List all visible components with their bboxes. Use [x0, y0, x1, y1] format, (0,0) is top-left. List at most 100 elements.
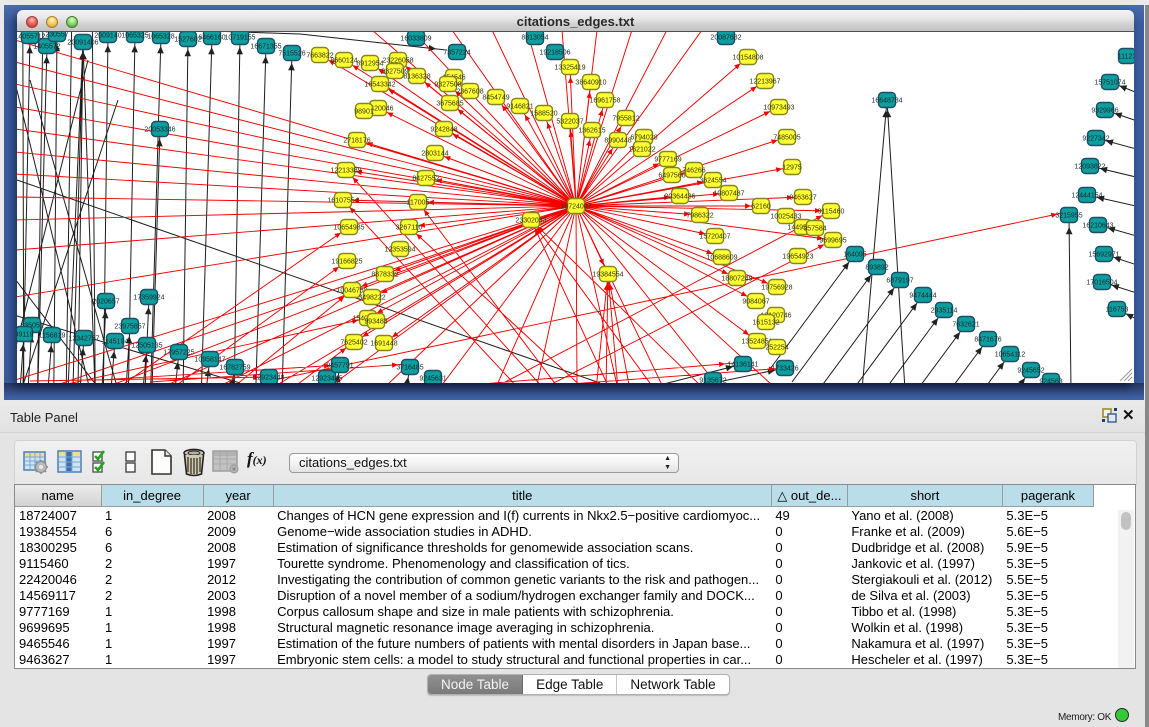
- svg-text:7357224: 7357224: [443, 50, 470, 57]
- svg-text:20053346: 20053346: [144, 127, 175, 134]
- svg-text:117005: 117005: [407, 200, 430, 207]
- svg-text:8427552: 8427552: [412, 176, 439, 183]
- svg-text:9474444: 9474444: [909, 293, 936, 300]
- svg-text:8990448: 8990448: [604, 138, 631, 145]
- svg-text:16961758: 16961758: [589, 98, 620, 105]
- svg-text:5322037: 5322037: [556, 119, 583, 126]
- svg-text:6497568: 6497568: [658, 173, 685, 180]
- svg-text:8878332: 8878332: [371, 272, 398, 279]
- svg-text:62160: 62160: [751, 204, 771, 211]
- svg-text:957584: 957584: [803, 226, 826, 233]
- svg-text:19218506: 19218506: [539, 50, 570, 57]
- svg-text:7625402: 7625402: [340, 340, 367, 347]
- svg-text:1065325: 1065325: [121, 33, 148, 40]
- svg-text:7955812: 7955812: [612, 116, 639, 123]
- svg-text:12444154: 12444154: [1071, 193, 1102, 200]
- svg-text:16671355: 16671355: [250, 44, 281, 51]
- svg-text:17359924: 17359924: [133, 295, 164, 302]
- svg-text:12342757: 12342757: [68, 336, 99, 343]
- svg-text:12923448: 12923448: [253, 375, 284, 382]
- svg-text:23975857: 23975857: [114, 324, 145, 331]
- svg-text:9146821: 9146821: [506, 104, 533, 111]
- svg-text:18807249: 18807249: [721, 276, 752, 283]
- svg-text:20364436: 20364436: [664, 194, 695, 201]
- svg-text:1362615: 1362615: [578, 128, 605, 135]
- svg-text:2718176: 2718176: [343, 138, 370, 145]
- svg-text:993483: 993483: [364, 319, 387, 326]
- svg-text:15692971: 15692971: [1088, 252, 1119, 259]
- svg-text:2009140: 2009140: [94, 33, 121, 40]
- svg-text:19166825: 19166825: [331, 259, 362, 266]
- svg-text:9245652: 9245652: [1017, 368, 1044, 375]
- svg-text:7986322: 7986322: [686, 213, 713, 220]
- svg-text:9699695: 9699695: [819, 238, 846, 245]
- svg-text:14136141: 14136141: [727, 362, 758, 369]
- svg-text:8660124: 8660124: [330, 58, 357, 65]
- svg-text:19756928: 19756928: [761, 285, 792, 292]
- svg-text:3498222: 3498222: [358, 295, 385, 302]
- svg-text:18724007: 18724007: [560, 204, 591, 211]
- svg-text:7632621: 7632621: [952, 322, 979, 329]
- svg-text:252254: 252254: [765, 345, 788, 352]
- svg-text:3716485: 3716485: [396, 365, 423, 372]
- svg-text:9242848: 9242848: [430, 127, 457, 134]
- svg-text:12093822: 12093822: [1074, 164, 1105, 171]
- svg-text:1691448: 1691448: [370, 341, 397, 348]
- svg-text:1065328: 1065328: [147, 34, 174, 41]
- svg-text:16210643: 16210643: [1082, 223, 1113, 230]
- svg-text:16543342: 16543342: [364, 82, 395, 89]
- svg-text:19654923: 19654923: [782, 254, 813, 261]
- svg-text:2803144: 2803144: [421, 151, 448, 158]
- svg-text:15720407: 15720407: [699, 234, 730, 241]
- svg-text:3675685: 3675685: [436, 101, 463, 108]
- svg-text:893892: 893892: [865, 265, 888, 272]
- svg-text:10973493: 10973493: [763, 105, 794, 112]
- svg-text:16648784: 16648784: [871, 98, 902, 105]
- svg-text:38640910: 38640910: [575, 80, 606, 87]
- svg-text:1145194: 1145194: [102, 339, 129, 346]
- svg-text:9457791: 9457791: [326, 363, 353, 370]
- svg-text:9115460: 9115460: [818, 209, 845, 216]
- svg-text:15751074: 15751074: [1094, 80, 1125, 87]
- svg-text:16107554: 16107554: [327, 198, 358, 205]
- svg-text:9777169: 9777169: [654, 157, 681, 164]
- svg-text:7485005: 7485005: [773, 135, 800, 142]
- svg-text:12353594: 12353594: [384, 247, 415, 254]
- svg-text:17957225: 17957225: [163, 350, 194, 357]
- svg-text:10654112: 10654112: [995, 352, 1026, 359]
- svg-text:10154808: 10154808: [732, 55, 763, 62]
- svg-text:17016504: 17016504: [1086, 280, 1117, 287]
- svg-text:9327508: 9327508: [434, 82, 461, 89]
- svg-text:11123: 11123: [1118, 54, 1134, 61]
- svg-text:12975: 12975: [782, 165, 802, 172]
- svg-text:3624554: 3624554: [699, 178, 726, 185]
- svg-text:20087682: 20087682: [710, 35, 741, 42]
- svg-text:164095: 164095: [843, 252, 866, 259]
- svg-text:9245631: 9245631: [419, 376, 446, 383]
- svg-text:1156819: 1156819: [39, 333, 66, 340]
- svg-text:3267110: 3267110: [396, 225, 423, 232]
- svg-text:116753: 116753: [1106, 307, 1129, 314]
- svg-text:6466160: 6466160: [198, 35, 225, 42]
- svg-text:12505135: 12505135: [131, 343, 162, 350]
- svg-text:2935114: 2935114: [931, 308, 958, 315]
- svg-text:98901: 98901: [354, 109, 374, 116]
- svg-text:9329966: 9329966: [1091, 108, 1118, 115]
- svg-text:8471676: 8471676: [974, 337, 1001, 344]
- svg-text:8136328: 8136328: [403, 74, 430, 81]
- svg-text:19384554: 19384554: [592, 272, 623, 279]
- svg-text:16782759: 16782759: [219, 365, 250, 372]
- svg-text:1733426: 1733426: [771, 366, 798, 373]
- svg-text:230557: 230557: [45, 32, 68, 39]
- svg-text:6794028: 6794028: [630, 135, 657, 142]
- svg-text:12213967: 12213967: [749, 79, 780, 86]
- svg-text:746266: 746266: [682, 168, 705, 175]
- svg-text:924563: 924563: [1039, 379, 1062, 384]
- svg-text:8912954: 8912954: [356, 61, 383, 68]
- svg-text:1405572: 1405572: [33, 44, 60, 51]
- svg-text:6879197: 6879197: [886, 278, 913, 285]
- svg-text:12213389: 12213389: [330, 168, 361, 175]
- svg-text:39119: 39119: [17, 332, 34, 339]
- svg-text:16033809: 16033809: [400, 36, 431, 43]
- svg-text:8454749: 8454749: [482, 95, 509, 102]
